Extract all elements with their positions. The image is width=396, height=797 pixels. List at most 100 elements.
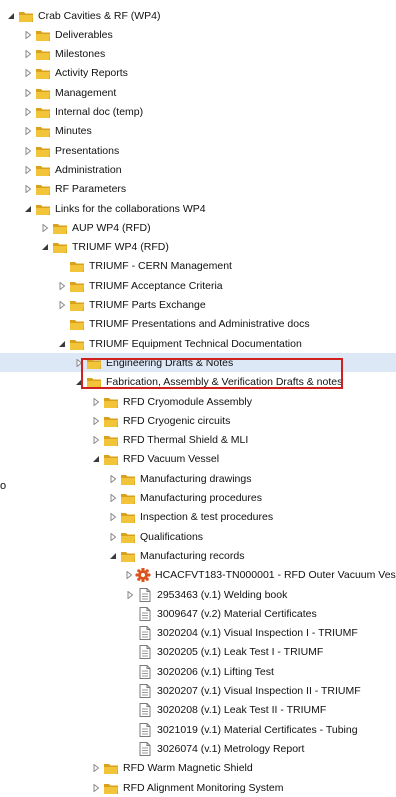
collapsed-arrow-icon[interactable] [23,126,33,136]
collapsed-arrow-icon[interactable] [108,474,118,484]
folder-icon [120,549,136,563]
folder-icon [103,761,119,775]
folder-icon [35,47,51,61]
folder-icon [52,240,68,254]
tree-item[interactable]: Manufacturing records [0,546,396,565]
collapsed-arrow-icon[interactable] [23,88,33,98]
collapsed-arrow-icon[interactable] [91,783,101,793]
expanded-arrow-icon[interactable] [91,454,101,464]
tree-item-label: RFD Alignment Monitoring System [123,781,284,794]
collapsed-arrow-icon[interactable] [74,358,84,368]
tree-item[interactable]: TRIUMF Equipment Technical Documentation [0,334,396,353]
tree-item-label: Engineering Drafts & Notes [106,356,234,369]
tree-item[interactable]: Manufacturing procedures [0,489,396,508]
collapsed-arrow-icon[interactable] [125,590,135,600]
tree-item[interactable]: 3020207 (v.1) Visual Inspection II - TRI… [0,682,396,701]
tree-item[interactable]: Manufacturing drawings [0,469,396,488]
tree-item[interactable]: RFD Alignment Monitoring System [0,778,396,797]
collapsed-arrow-icon[interactable] [57,281,67,291]
collapsed-arrow-icon[interactable] [23,165,33,175]
tree-item[interactable]: Qualifications [0,527,396,546]
tree-item[interactable]: Inspection & test procedures [0,508,396,527]
collapsed-arrow-icon[interactable] [23,146,33,156]
tree-item[interactable]: Deliverables [0,25,396,44]
tree-item-label: Presentations [55,144,120,157]
collapsed-arrow-icon[interactable] [57,300,67,310]
collapsed-arrow-icon[interactable] [125,570,133,580]
tree-item[interactable]: 3026074 (v.1) Metrology Report [0,739,396,758]
tree-item[interactable]: RF Parameters [0,180,396,199]
collapsed-arrow-icon[interactable] [40,223,50,233]
tree-item[interactable]: Engineering Drafts & Notes [0,353,396,373]
tree-item-label: 3026074 (v.1) Metrology Report [157,742,305,755]
collapsed-arrow-icon[interactable] [91,416,101,426]
tree-item[interactable]: 3020204 (v.1) Visual Inspection I - TRIU… [0,624,396,643]
collapsed-arrow-icon[interactable] [91,763,101,773]
collapsed-arrow-icon[interactable] [23,107,33,117]
expanded-arrow-icon[interactable] [74,377,84,387]
tree-item[interactable]: 3009647 (v.2) Material Certificates [0,604,396,623]
tree-item[interactable]: AUP WP4 (RFD) [0,218,396,237]
tree-item[interactable]: HCACFVT183-TN000001 - RFD Outer Vacuum V… [0,566,396,585]
tree-item[interactable]: Minutes [0,122,396,141]
collapsed-arrow-icon[interactable] [23,30,33,40]
collapsed-arrow-icon[interactable] [23,68,33,78]
tree-item-label: 3020207 (v.1) Visual Inspection II - TRI… [157,685,361,697]
expanded-arrow-icon[interactable] [6,11,16,21]
gear-icon [135,568,151,583]
tree-item[interactable]: Internal doc (temp) [0,103,396,122]
collapsed-arrow-icon[interactable] [108,493,118,503]
tree-item[interactable]: Presentations [0,141,396,160]
tree-item[interactable]: RFD Cryomodule Assembly [0,392,396,411]
tree-item[interactable]: Management [0,83,396,102]
tree-item[interactable]: Administration [0,160,396,179]
tree-item-label: TRIUMF Acceptance Criteria [89,279,223,292]
folder-icon [35,144,51,158]
tree-item[interactable]: Activity Reports [0,64,396,83]
folder-icon [35,202,51,216]
collapsed-arrow-icon[interactable] [23,49,33,59]
tree-item[interactable]: TRIUMF WP4 (RFD) [0,238,396,257]
no-arrow-spacer [125,667,135,677]
document-icon [137,741,153,756]
tree-item-label: RFD Vacuum Vessel [123,453,220,466]
expanded-arrow-icon[interactable] [108,551,118,561]
folder-icon [103,452,119,466]
collapsed-arrow-icon[interactable] [108,512,118,522]
tree-item[interactable]: 3020205 (v.1) Leak Test I - TRIUMF [0,643,396,662]
folder-icon [120,491,136,505]
tree-item[interactable]: Milestones [0,45,396,64]
tree-item[interactable]: RFD Thermal Shield & MLI [0,431,396,450]
tree-item-label: Fabrication, Assembly & Verification Dra… [106,376,343,389]
collapsed-arrow-icon[interactable] [91,435,101,445]
tree-item[interactable]: TRIUMF Presentations and Administrative … [0,315,396,334]
tree-item[interactable]: 3021019 (v.1) Material Certificates - Tu… [0,720,396,739]
tree-item[interactable]: 3020208 (v.1) Leak Test II - TRIUMF [0,701,396,720]
tree-item[interactable]: TRIUMF - CERN Management [0,257,396,276]
folder-icon [35,163,51,177]
tree-item-label: RFD Warm Magnetic Shield [123,762,253,775]
tree-item[interactable]: Links for the collaborations WP4 [0,199,396,218]
tree-item-label: RFD Cryogenic circuits [123,414,231,427]
collapsed-arrow-icon[interactable] [91,397,101,407]
document-icon [137,606,153,621]
expanded-arrow-icon[interactable] [23,204,33,214]
tree-item-label: RFD Cryomodule Assembly [123,395,252,408]
no-arrow-spacer [125,609,135,619]
tree-item[interactable]: TRIUMF Acceptance Criteria [0,276,396,295]
collapsed-arrow-icon[interactable] [23,184,33,194]
tree-item[interactable]: RFD Warm Magnetic Shield [0,759,396,778]
tree-item[interactable]: 2953463 (v.1) Welding book [0,585,396,604]
document-icon [137,722,153,737]
tree-item[interactable]: RFD Vacuum Vessel [0,450,396,469]
collapsed-arrow-icon[interactable] [108,532,118,542]
expanded-arrow-icon[interactable] [57,339,67,349]
folder-icon [18,9,34,23]
tree-item[interactable]: 3020206 (v.1) Lifting Test [0,662,396,681]
tree-item[interactable]: TRIUMF Parts Exchange [0,296,396,315]
expanded-arrow-icon[interactable] [40,242,50,252]
tree-item[interactable]: Crab Cavities & RF (WP4) [0,6,396,25]
tree-item[interactable]: Fabrication, Assembly & Verification Dra… [0,373,396,392]
tree-item[interactable]: RFD Cryogenic circuits [0,411,396,430]
tree-item-label: TRIUMF Presentations and Administrative … [89,318,310,331]
